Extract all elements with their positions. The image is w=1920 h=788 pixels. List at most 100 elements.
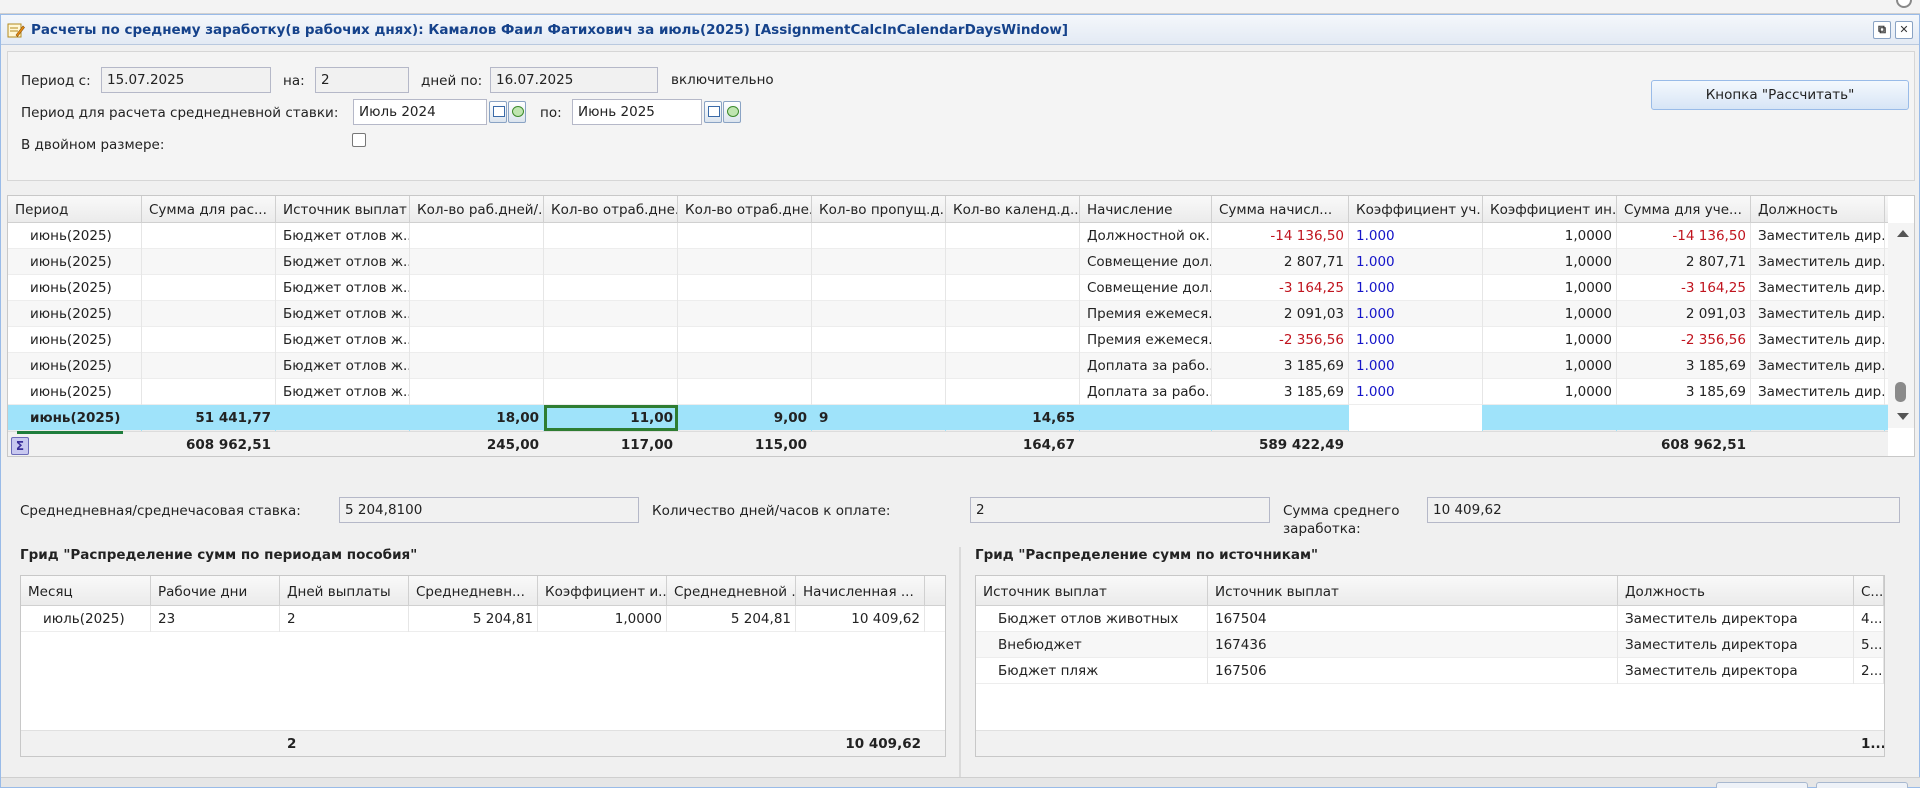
table-row[interactable]: июнь(2025) Бюджет отлов ж... Доплата за ра… [8,353,1888,379]
period-to-field[interactable]: 16.07.2025 [490,67,658,93]
worked-days-cell[interactable]: 11,00 [544,405,678,431]
pay-days-total: 2 [287,736,297,752]
calculation-grid-header: Период Сумма для рас... Источник выплат Кол… [8,196,1888,223]
column-header[interactable]: Коэффициент ин... [1483,196,1617,223]
table-row[interactable]: июнь(2025) Бюджет отлов ж... Доплата за ра… [8,379,1888,405]
column-header[interactable]: Сумма начисл... [1212,196,1349,223]
coef-index-cell [1483,432,1617,456]
avg-earnings-field[interactable]: 10 409,62 [1427,497,1900,523]
table-row[interactable]: июль(2025) 23 2 5 204,81 1,0000 5 204,81 10 40… [21,606,945,632]
avg-period-to-field[interactable]: Июнь 2025 [572,99,702,125]
column-header[interactable]: Должность [1618,576,1854,606]
work-days-cell [410,301,544,327]
accrual-cell [1080,432,1212,456]
coef-cell: 1.000 [1349,327,1483,353]
sigma-icon[interactable]: Σ [11,437,29,455]
work-days-cell [410,353,544,379]
accrual-cell: Доплата за рабо... [1080,379,1212,405]
amount-cell: 3 185,69 [1212,379,1349,405]
grids-splitter[interactable] [959,547,961,779]
column-header[interactable]: Кол-во раб.дней/... [410,196,544,223]
column-header[interactable]: Период [8,196,142,223]
table-row[interactable]: Бюджет пляж 167506 Заместитель директора 2.… [976,658,1884,684]
periods-grid: Месяц Рабочие дни Дней выплаты Среднедневн.… [20,575,946,757]
avg-period-from-field[interactable]: Июль 2024 [353,99,487,125]
column-header[interactable]: Источник выплат [1208,576,1618,606]
source-code-cell: 167506 [1208,658,1618,684]
column-header[interactable]: Месяц [21,576,151,606]
inclusive-label: включительно [671,72,774,88]
periods-grid-header: Месяц Рабочие дни Дней выплаты Среднедневн.… [21,576,945,606]
column-header[interactable]: Источник выплат [276,196,410,223]
footer-button[interactable] [1816,782,1908,788]
column-header[interactable]: Среднедневн... [409,576,538,606]
restore-window-icon[interactable]: ⧉ [1873,21,1891,39]
column-header[interactable]: Должность [1751,196,1885,223]
periods-grid-title: Грид "Распределение сумм по периодам пос… [20,547,418,563]
column-header[interactable]: Дней выплаты [280,576,409,606]
column-header[interactable]: Кол-во календ.д... [946,196,1080,223]
table-row[interactable]: июнь(2025) Бюджет отлов ж... Премия ежемес… [8,301,1888,327]
periods-grid-totals: 2 10 409,62 [21,730,945,756]
column-header[interactable]: Сумма для уче... [1617,196,1751,223]
calendar-days-cell [946,353,1080,379]
refresh-icon[interactable] [508,101,526,123]
worked-days-cell [544,379,678,405]
table-row[interactable]: июнь(2025) Бюджет отлов ж... Совмещение до… [8,249,1888,275]
days-count-field[interactable]: 2 [315,67,409,93]
scroll-up-icon[interactable] [1897,230,1909,237]
worked-days-2-cell [678,379,812,405]
accrual-cell: Должностной ок... [1080,223,1212,249]
scroll-thumb[interactable] [1895,382,1906,402]
month-cell: июль(2025) [21,606,151,632]
missed-days-cell: 9 [812,405,946,431]
coef-cell: 1.000 [1349,223,1483,249]
column-header[interactable]: Кол-во отраб.дне... [544,196,678,223]
column-header[interactable]: Среднедневной ... [667,576,796,606]
column-header[interactable]: Начисленная ... [796,576,925,606]
sum-cell [142,249,276,275]
avg-rate-field[interactable]: 5 204,8100 [339,497,639,523]
calendar-icon[interactable] [489,101,507,123]
column-header[interactable]: Источник выплат [976,576,1208,606]
calendar-icon[interactable] [704,101,722,123]
selected-period-underline [17,431,123,434]
avg-daily-cell: 5 204,81 [409,606,538,632]
position-cell: Заместитель директора [1618,606,1854,632]
double-size-checkbox[interactable] [352,133,366,147]
period-from-field[interactable]: 15.07.2025 [101,67,271,93]
work-days-cell: 18,00 [410,405,544,431]
table-row[interactable]: июнь(2025) Бюджет отлов ж... Должностной о… [8,223,1888,249]
refresh-icon[interactable] [723,101,741,123]
window-titlebar: Расчеты по среднему заработку(в рабочих … [1,15,1919,45]
footer-button[interactable] [1716,782,1808,788]
amount-cell: -3 164,25 [1212,275,1349,301]
column-header[interactable]: Рабочие дни [151,576,280,606]
accrual-cell: Премия ежемеся... [1080,327,1212,353]
column-header[interactable]: Кол-во пропущ.д... [812,196,946,223]
column-header[interactable]: Кол-во отраб.дне... [678,196,812,223]
period-cell: июнь(2025) [8,301,142,327]
column-header[interactable]: С... [1854,576,1884,606]
table-row[interactable]: Внебюджет 167436 Заместитель директора 5... [976,632,1884,658]
table-row[interactable]: июнь(2025) Бюджет отлов ж... Премия ежемес… [8,327,1888,353]
column-header[interactable]: Начисление [1080,196,1212,223]
pay-days-cell: 2 [280,606,409,632]
column-header[interactable]: Коэффициент и... [538,576,667,606]
parameters-panel: Период с: 15.07.2025 на: 2 дней по: 16.0… [7,51,1915,181]
amount-cell: 4... [1854,606,1884,632]
column-header[interactable]: Коэффициент уч... [1349,196,1483,223]
amount-for-calc-cell: 608 962,51 [1661,437,1746,453]
table-row[interactable]: Бюджет отлов животных 167504 Заместитель д… [976,606,1884,632]
selected-summary-row[interactable]: июнь(2025) 51 441,77 18,00 11,00 9,00 9 14,65 [8,405,1888,431]
periods-grid-body: июль(2025) 23 2 5 204,81 1,0000 5 204,81 10 40… [21,606,945,632]
scroll-down-icon[interactable] [1897,413,1909,420]
close-window-icon[interactable]: ✕ [1895,21,1913,39]
table-row[interactable]: июнь(2025) Бюджет отлов ж... Совмещение до… [8,275,1888,301]
work-days-cell [410,379,544,405]
sum-cell [142,275,276,301]
days-to-pay-field[interactable]: 2 [970,497,1270,523]
grid-scrollbar[interactable] [1888,223,1914,428]
calculate-button[interactable]: Кнопка "Рассчитать" [1651,80,1909,110]
column-header[interactable]: Сумма для рас... [142,196,276,223]
